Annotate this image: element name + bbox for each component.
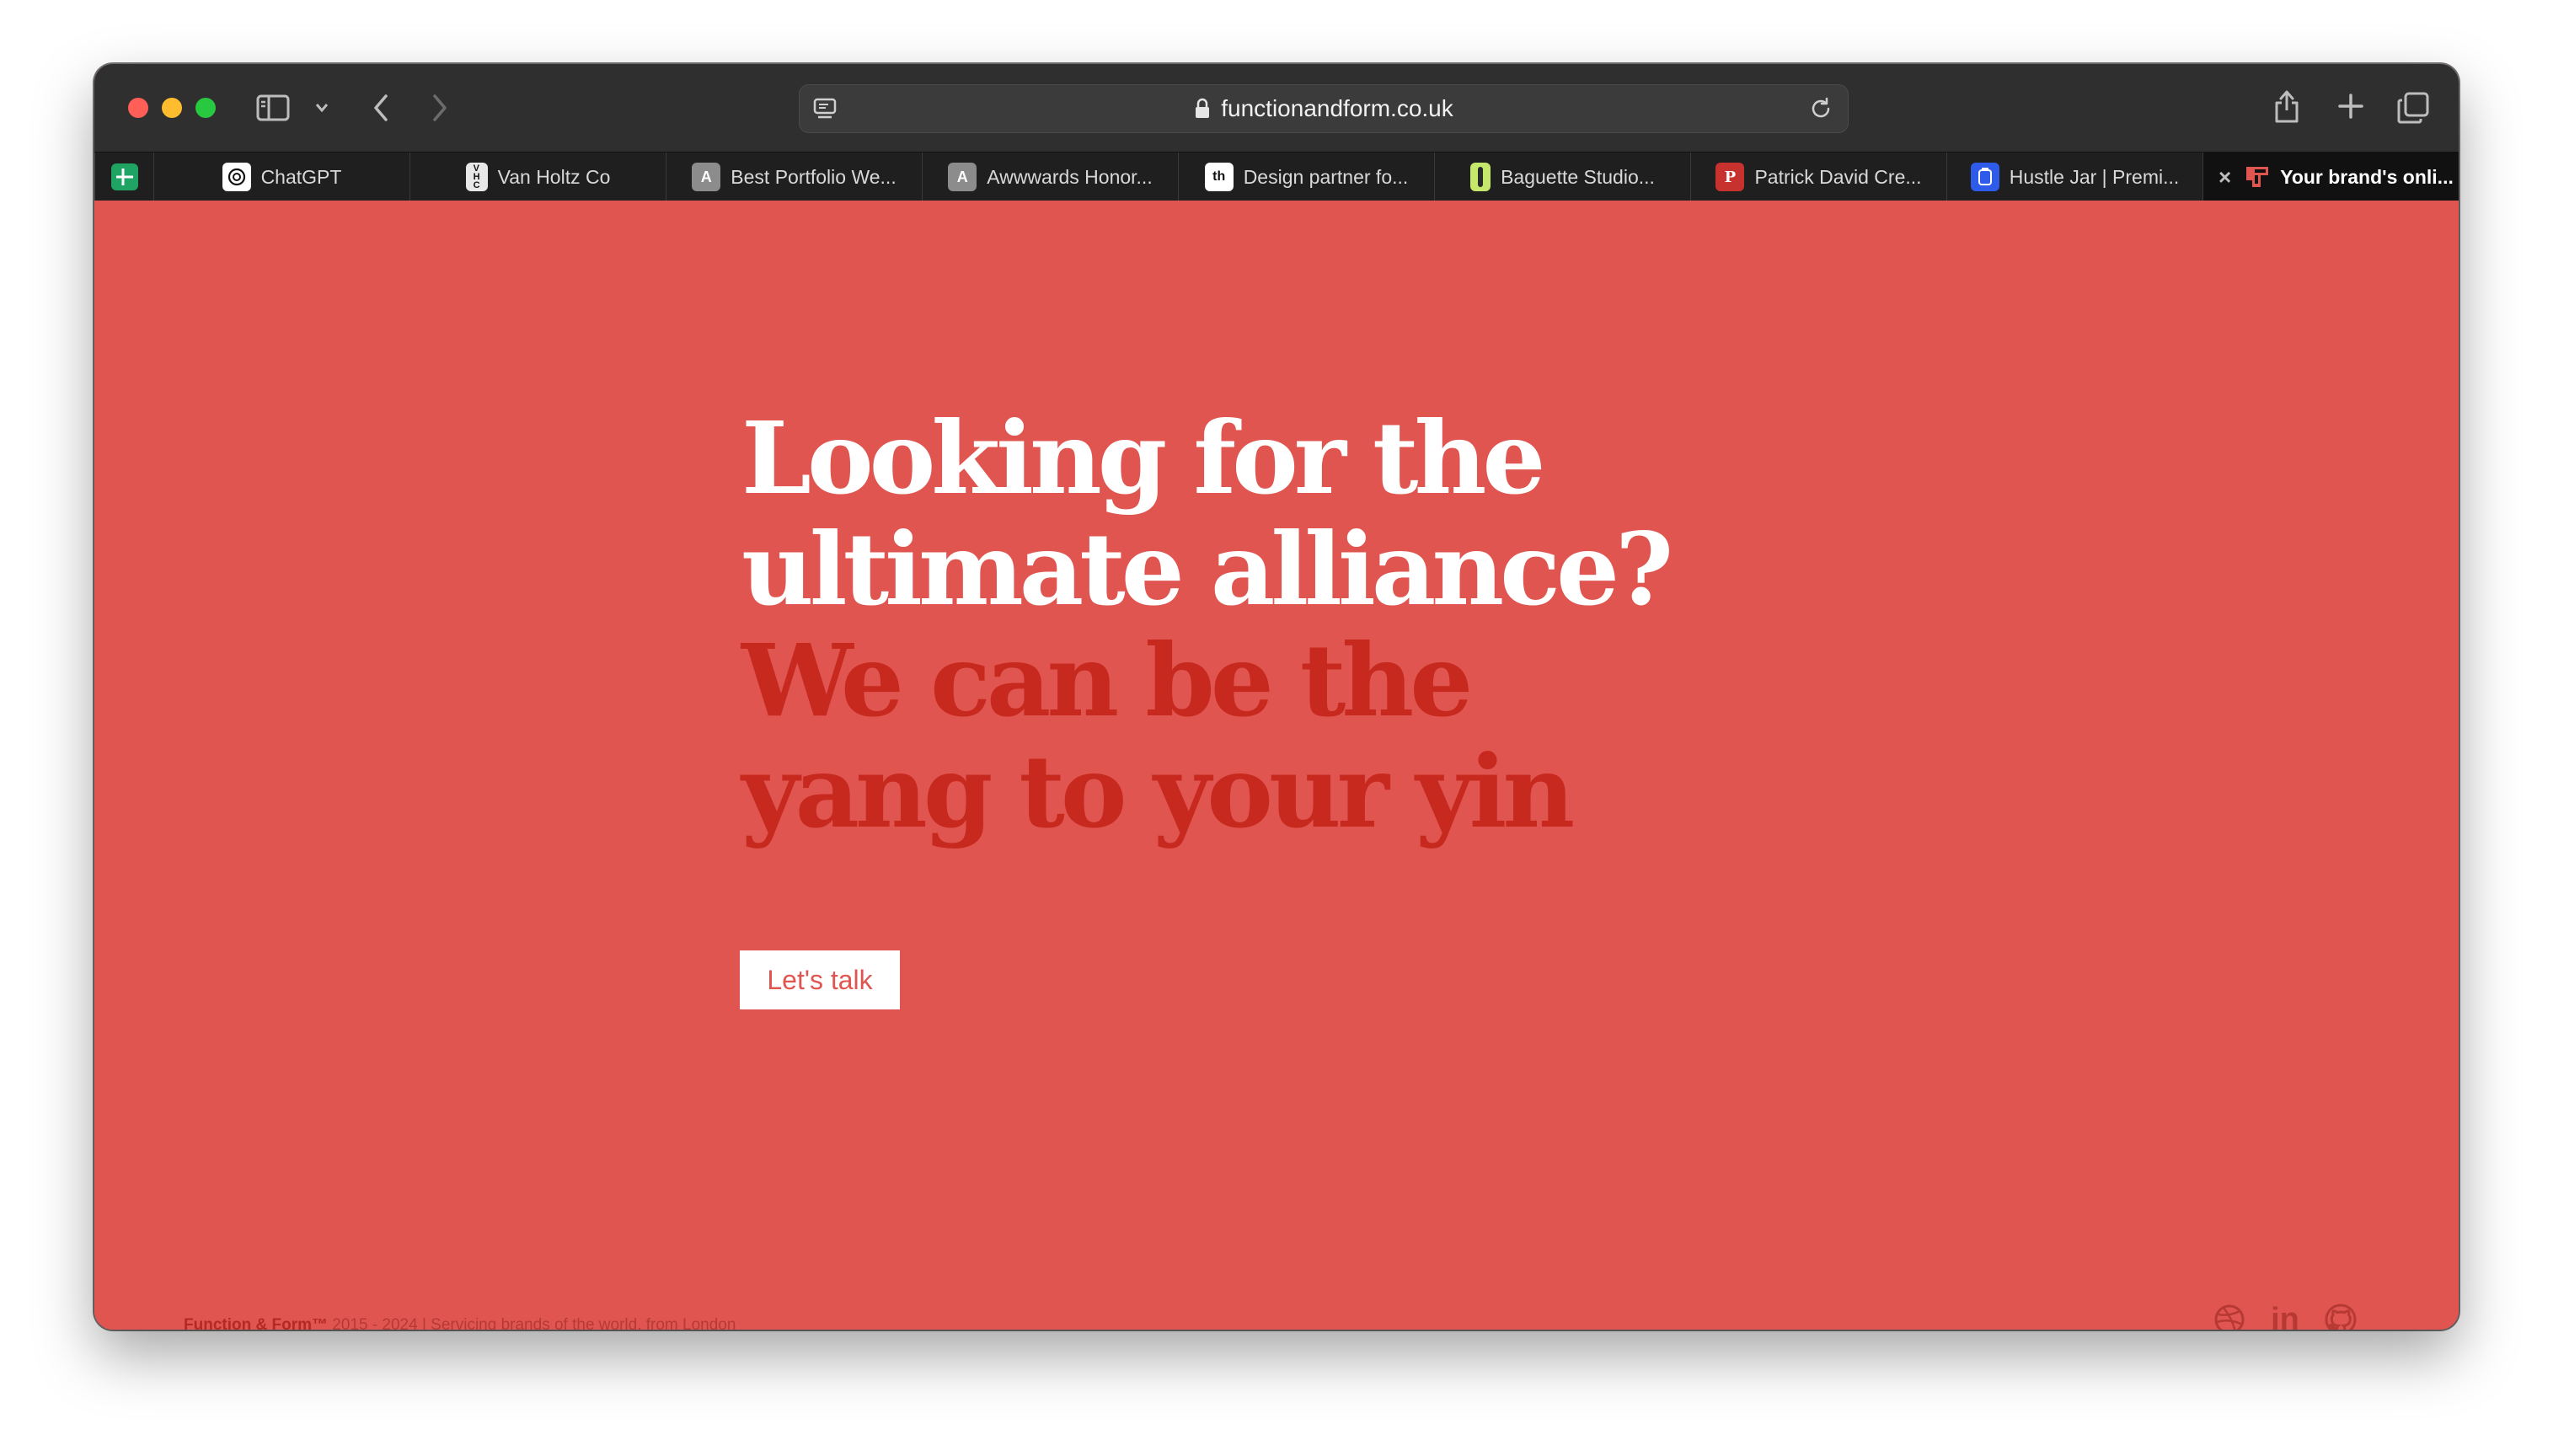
awwwards-icon: A <box>692 163 721 191</box>
tab-chatgpt[interactable]: ChatGPT <box>153 153 409 201</box>
lock-icon <box>1194 98 1211 120</box>
page-content: Looking for the ultimate alliance? We ca… <box>94 201 2459 1330</box>
browser-toolbar: functionandform.co.uk <box>94 64 2459 152</box>
headline-line-4: yang to your yin <box>741 733 1575 850</box>
vhc-icon: VHC <box>465 163 488 191</box>
patrick-icon: P <box>1715 163 1745 191</box>
url-text: functionandform.co.uk <box>1221 95 1453 121</box>
back-arrow-icon[interactable] <box>364 89 398 126</box>
headline-line-3: We can be the <box>741 622 1473 739</box>
tab-bar: ChatGPT VHC Van Holtz Co A Best Portfoli… <box>94 152 2459 201</box>
tab-label: Best Portfolio We... <box>731 165 896 188</box>
address-bar[interactable]: functionandform.co.uk <box>799 84 1849 133</box>
hero-headline: Looking for the ultimate alliance? We ca… <box>741 403 1837 848</box>
minimize-window-button[interactable] <box>162 98 182 118</box>
tab-baguette[interactable]: Baguette Studio... <box>1434 153 1690 201</box>
tab-label: Patrick David Cre... <box>1754 165 1922 188</box>
linkedin-icon[interactable]: in <box>2267 1301 2304 1330</box>
footer-copyright: Function & Form™ 2015 - 2024 | Servicing… <box>184 1316 736 1330</box>
tab-hustle-jar[interactable]: Hustle Jar | Premi... <box>1946 153 2202 201</box>
chevron-down-icon[interactable] <box>312 96 332 120</box>
close-tab-icon[interactable]: × <box>2218 164 2231 190</box>
sheets-icon <box>110 163 138 190</box>
tab-function-form[interactable]: × Your brand's onli... <box>2202 153 2459 201</box>
tab-label: Van Holtz Co <box>497 165 611 188</box>
baguette-icon <box>1470 163 1491 191</box>
close-window-button[interactable] <box>128 98 148 118</box>
forward-arrow-icon[interactable] <box>423 89 457 126</box>
tab-overview-icon[interactable] <box>2395 89 2432 126</box>
zoom-window-button[interactable] <box>195 98 216 118</box>
lets-talk-button[interactable]: Let's talk <box>740 950 900 1009</box>
tab-van-holtz[interactable]: VHC Van Holtz Co <box>409 153 666 201</box>
th-icon: th <box>1204 163 1234 191</box>
function-form-icon <box>2243 163 2272 191</box>
tab-label: Design partner fo... <box>1243 165 1409 188</box>
dribbble-icon[interactable] <box>2211 1301 2248 1330</box>
tab-label: Hustle Jar | Premi... <box>2009 165 2180 188</box>
footer-tagline: 2015 - 2024 | Servicing brands of the wo… <box>327 1316 736 1330</box>
plus-icon[interactable] <box>2332 88 2369 125</box>
footer-brand: Function & Form™ <box>184 1316 328 1330</box>
hustle-icon <box>1970 163 1999 191</box>
github-icon[interactable] <box>2322 1301 2359 1330</box>
share-icon[interactable] <box>2270 86 2304 126</box>
tab-label: Baguette Studio... <box>1501 165 1655 188</box>
reload-icon[interactable] <box>1807 95 1834 122</box>
headline-line-2: ultimate alliance? <box>741 511 1673 628</box>
sidebar-toggle-icon[interactable] <box>256 93 290 123</box>
tab-label: ChatGPT <box>260 165 342 188</box>
tab-label: Awwwards Honor... <box>987 165 1153 188</box>
tab-awwwards[interactable]: A Awwwards Honor... <box>922 153 1178 201</box>
awwwards-icon: A <box>948 163 977 191</box>
browser-window: functionandform.co.uk ChatGPT V H C Van … <box>94 64 2459 1330</box>
tab-patrick-david[interactable]: P Patrick David Cre... <box>1690 153 1946 201</box>
chatgpt-icon <box>222 163 251 191</box>
tab-label: Your brand's onli... <box>2280 165 2454 188</box>
tab-best-portfolio[interactable]: A Best Portfolio We... <box>666 153 922 201</box>
tab-sheets[interactable] <box>94 153 153 201</box>
tab-design-partner[interactable]: th Design partner fo... <box>1178 153 1434 201</box>
headline-line-1: Looking for the <box>741 399 1545 517</box>
